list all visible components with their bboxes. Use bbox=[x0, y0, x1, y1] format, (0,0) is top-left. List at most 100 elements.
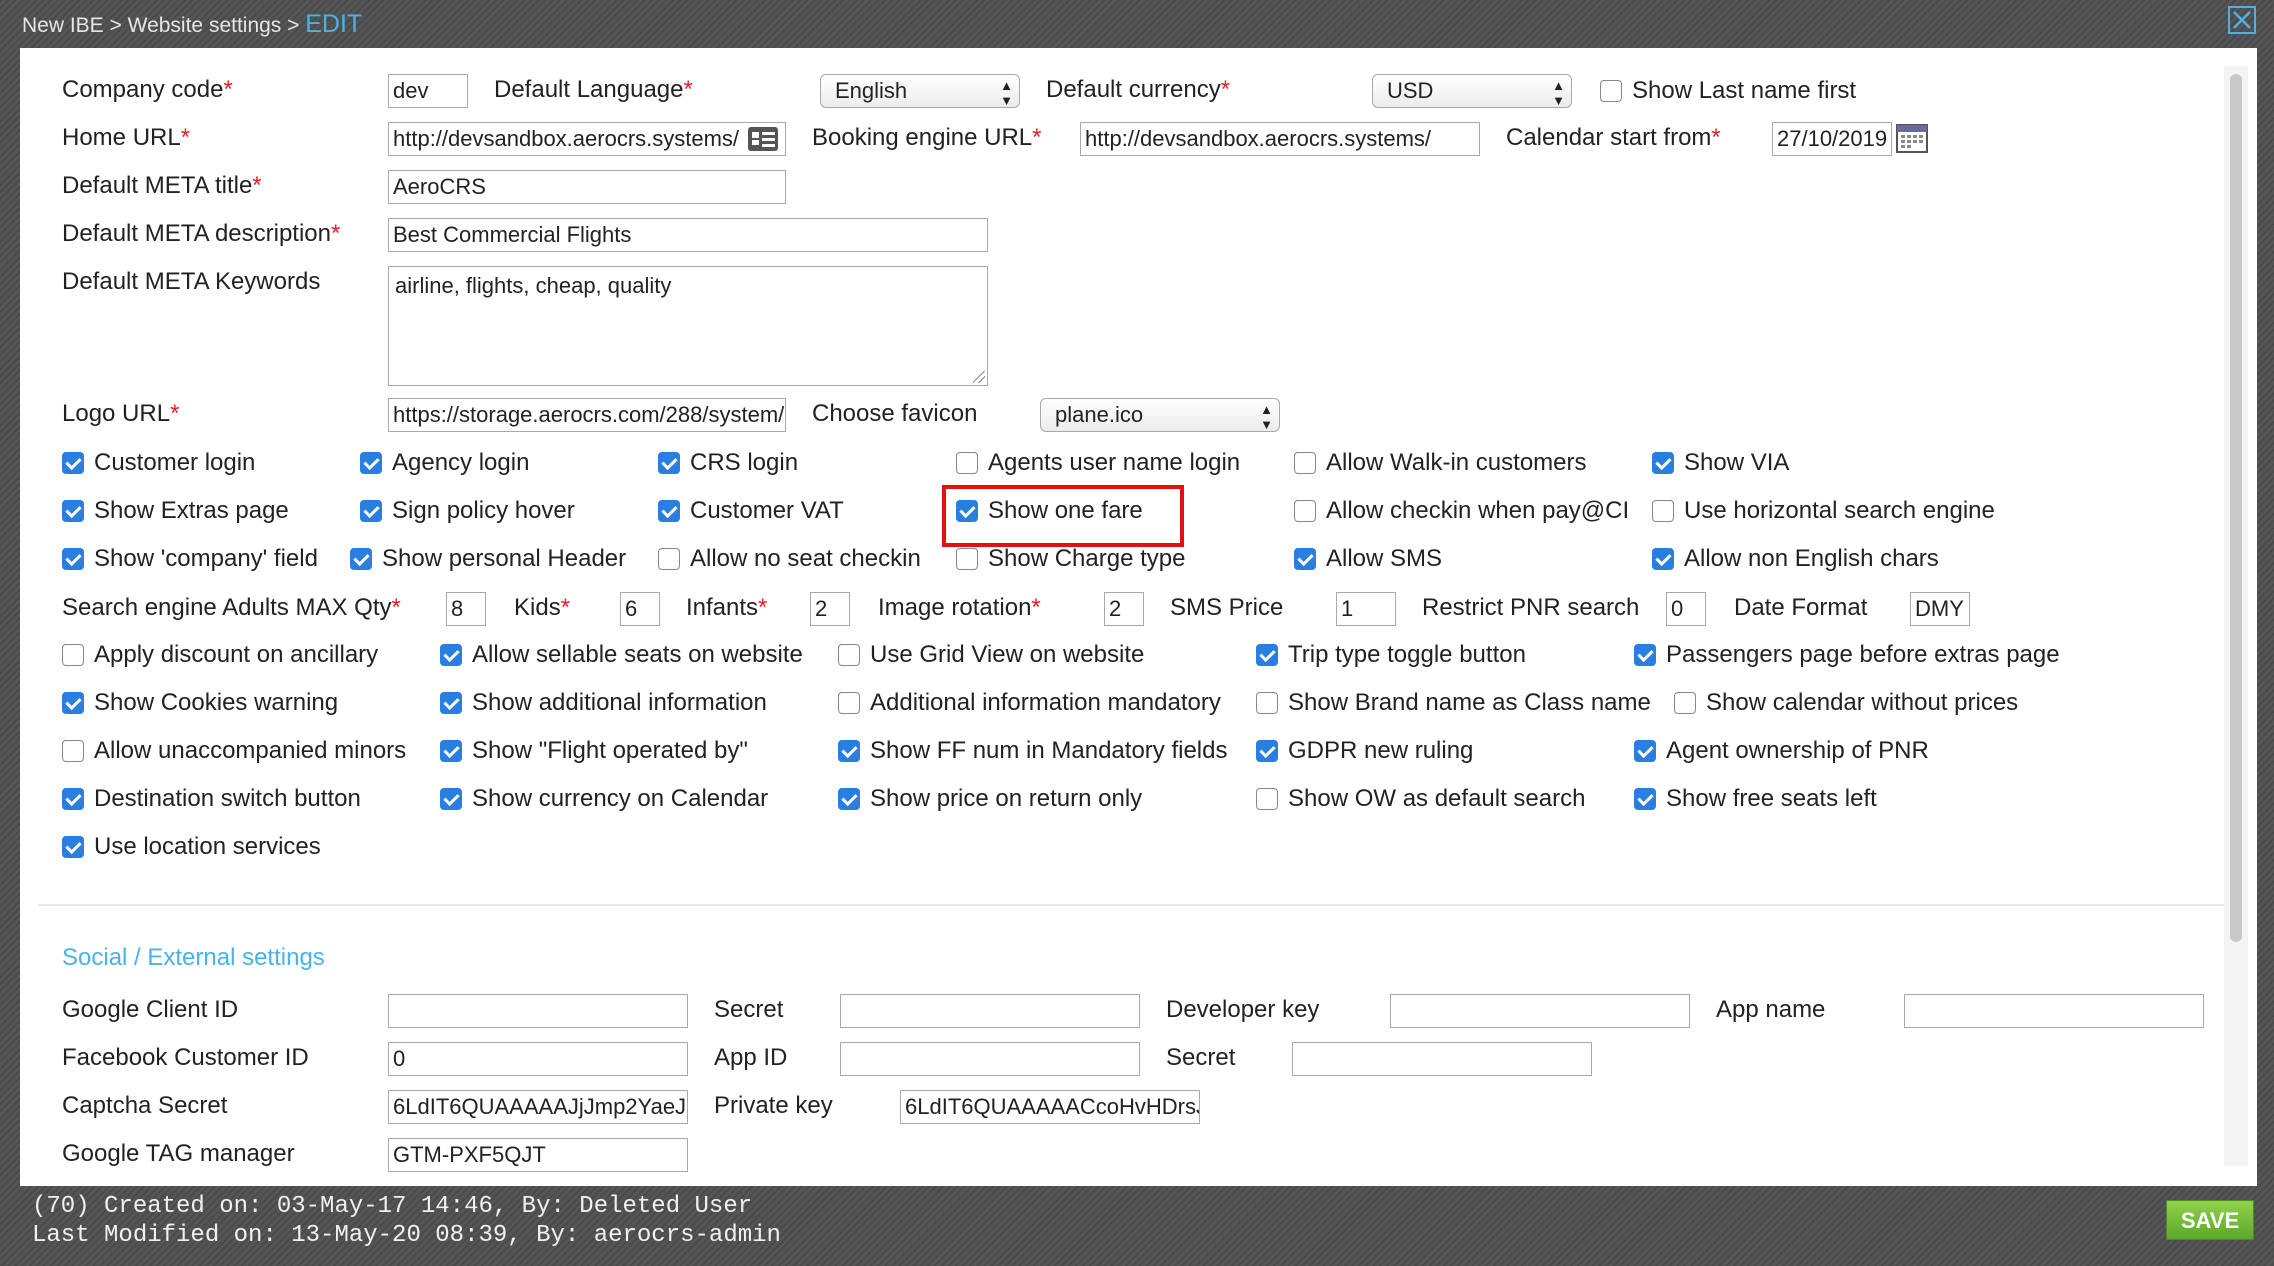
checkbox-box[interactable] bbox=[62, 452, 84, 474]
checkbox-show-extras-page[interactable]: Show Extras page bbox=[62, 496, 289, 526]
checkbox-box[interactable] bbox=[838, 788, 860, 810]
checkbox-box[interactable] bbox=[1294, 500, 1316, 522]
checkbox-box[interactable] bbox=[440, 644, 462, 666]
favicon-select[interactable]: plane.ico ▲ ▼ bbox=[1040, 398, 1280, 432]
checkbox-box[interactable] bbox=[1634, 740, 1656, 762]
checkbox-box[interactable] bbox=[1256, 644, 1278, 666]
checkbox-passengers-before-extras[interactable]: Passengers page before extras page bbox=[1634, 640, 2060, 670]
checkbox-agent-ownership-pnr[interactable]: Agent ownership of PNR bbox=[1634, 736, 1929, 766]
infants-input[interactable]: 2 bbox=[810, 592, 850, 626]
checkbox-box[interactable] bbox=[658, 548, 680, 570]
checkbox-horizontal-search-engine[interactable]: Use horizontal search engine bbox=[1652, 496, 1995, 526]
image-rotation-input[interactable]: 2 bbox=[1104, 592, 1144, 626]
kids-input[interactable]: 6 bbox=[620, 592, 660, 626]
checkbox-additional-info-mandatory[interactable]: Additional information mandatory bbox=[838, 688, 1221, 718]
checkbox-allow-checkin-pay-ci[interactable]: Allow checkin when pay@CI bbox=[1294, 496, 1629, 526]
checkbox-ff-num-mandatory[interactable]: Show FF num in Mandatory fields bbox=[838, 736, 1227, 766]
checkbox-show-free-seats[interactable]: Show free seats left bbox=[1634, 784, 1877, 814]
checkbox-box[interactable] bbox=[440, 740, 462, 762]
checkbox-box[interactable] bbox=[62, 788, 84, 810]
contact-card-icon[interactable] bbox=[747, 126, 779, 152]
google-tag-manager-input[interactable]: GTM-PXF5QJT bbox=[388, 1138, 688, 1172]
checkbox-crs-login[interactable]: CRS login bbox=[658, 448, 798, 478]
checkbox-box[interactable] bbox=[62, 836, 84, 858]
meta-description-input[interactable]: Best Commercial Flights bbox=[388, 218, 988, 252]
checkbox-destination-switch[interactable]: Destination switch button bbox=[62, 784, 361, 814]
checkbox-box[interactable] bbox=[62, 740, 84, 762]
checkbox-show-company-field[interactable]: Show 'company' field bbox=[62, 544, 318, 574]
calendar-icon[interactable] bbox=[1896, 122, 1928, 154]
checkbox-price-on-return-only[interactable]: Show price on return only bbox=[838, 784, 1142, 814]
checkbox-box[interactable] bbox=[838, 740, 860, 762]
checkbox-box[interactable] bbox=[956, 452, 978, 474]
checkbox-customer-login[interactable]: Customer login bbox=[62, 448, 255, 478]
checkbox-box[interactable] bbox=[1674, 692, 1696, 714]
checkbox-box[interactable] bbox=[62, 644, 84, 666]
checkbox-currency-on-calendar[interactable]: Show currency on Calendar bbox=[440, 784, 768, 814]
checkbox-box[interactable] bbox=[440, 788, 462, 810]
checkbox-box[interactable] bbox=[838, 644, 860, 666]
checkbox-show-cookies-warning[interactable]: Show Cookies warning bbox=[62, 688, 338, 718]
checkbox-box[interactable] bbox=[350, 548, 372, 570]
checkbox-trip-type-toggle[interactable]: Trip type toggle button bbox=[1256, 640, 1526, 670]
checkbox-show-additional-info[interactable]: Show additional information bbox=[440, 688, 767, 718]
checkbox-box[interactable] bbox=[62, 500, 84, 522]
checkbox-apply-discount-ancillary[interactable]: Apply discount on ancillary bbox=[62, 640, 378, 670]
checkbox-show-via[interactable]: Show VIA bbox=[1652, 448, 1789, 478]
checkbox-calendar-without-prices[interactable]: Show calendar without prices bbox=[1674, 688, 2018, 718]
checkbox-box[interactable] bbox=[1634, 644, 1656, 666]
save-button[interactable]: SAVE bbox=[2166, 1200, 2254, 1240]
checkbox-use-location-services[interactable]: Use location services bbox=[62, 832, 321, 862]
checkbox-box[interactable] bbox=[360, 452, 382, 474]
checkbox-box[interactable] bbox=[1652, 452, 1674, 474]
checkbox-box[interactable] bbox=[1256, 740, 1278, 762]
checkbox-use-grid-view[interactable]: Use Grid View on website bbox=[838, 640, 1144, 670]
adults-max-qty-input[interactable]: 8 bbox=[446, 592, 486, 626]
checkbox-show-personal-header[interactable]: Show personal Header bbox=[350, 544, 626, 574]
checkbox-sign-policy-hover[interactable]: Sign policy hover bbox=[360, 496, 575, 526]
calendar-start-input[interactable]: 27/10/2019 bbox=[1772, 122, 1892, 156]
home-url-input[interactable]: http://devsandbox.aerocrs.systems/ bbox=[388, 122, 786, 156]
checkbox-box[interactable] bbox=[1256, 788, 1278, 810]
facebook-customer-id-input[interactable]: 0 bbox=[388, 1042, 688, 1076]
checkbox-allow-sellable-seats[interactable]: Allow sellable seats on website bbox=[440, 640, 803, 670]
checkbox-allow-no-seat-checkin[interactable]: Allow no seat checkin bbox=[658, 544, 921, 574]
sms-price-input[interactable]: 1 bbox=[1336, 592, 1396, 626]
facebook-secret-input[interactable] bbox=[1292, 1042, 1592, 1076]
company-code-input[interactable]: dev bbox=[388, 74, 468, 108]
date-format-input[interactable]: DMY bbox=[1910, 592, 1970, 626]
default-language-select[interactable]: English ▲ ▼ bbox=[820, 74, 1020, 108]
checkbox-box[interactable] bbox=[1634, 788, 1656, 810]
restrict-pnr-input[interactable]: 0 bbox=[1666, 592, 1706, 626]
checkbox-agency-login[interactable]: Agency login bbox=[360, 448, 529, 478]
checkbox-allow-sms[interactable]: Allow SMS bbox=[1294, 544, 1442, 574]
default-currency-select[interactable]: USD ▲ ▼ bbox=[1372, 74, 1572, 108]
checkbox-box[interactable] bbox=[360, 500, 382, 522]
show-last-name-first-checkbox[interactable]: Show Last name first bbox=[1600, 76, 1856, 106]
checkbox-flight-operated-by[interactable]: Show "Flight operated by" bbox=[440, 736, 748, 766]
checkbox-brand-name-as-class[interactable]: Show Brand name as Class name bbox=[1256, 688, 1651, 718]
checkbox-allow-non-english-chars[interactable]: Allow non English chars bbox=[1652, 544, 1939, 574]
checkbox-box[interactable] bbox=[1652, 500, 1674, 522]
checkbox-agents-user-name-login[interactable]: Agents user name login bbox=[956, 448, 1240, 478]
private-key-input[interactable]: 6LdIT6QUAAAAACcoHvHDrsJ bbox=[900, 1090, 1200, 1124]
checkbox-box[interactable] bbox=[62, 548, 84, 570]
resize-grip-icon[interactable] bbox=[973, 371, 985, 383]
checkbox-box[interactable] bbox=[1294, 452, 1316, 474]
checkbox-customer-vat[interactable]: Customer VAT bbox=[658, 496, 844, 526]
checkbox-allow-walk-in[interactable]: Allow Walk-in customers bbox=[1294, 448, 1587, 478]
meta-title-input[interactable]: AeroCRS bbox=[388, 170, 786, 204]
checkbox-box[interactable] bbox=[1256, 692, 1278, 714]
app-id-input[interactable] bbox=[840, 1042, 1140, 1076]
checkbox-box[interactable] bbox=[956, 548, 978, 570]
checkbox-box[interactable] bbox=[838, 692, 860, 714]
scrollbar-thumb[interactable] bbox=[2230, 74, 2242, 942]
checkbox-box[interactable] bbox=[1600, 80, 1622, 102]
close-button[interactable] bbox=[2228, 6, 2256, 34]
developer-key-input[interactable] bbox=[1390, 994, 1690, 1028]
google-client-id-input[interactable] bbox=[388, 994, 688, 1028]
captcha-secret-input[interactable]: 6LdIT6QUAAAAAJjJmp2YaeJ bbox=[388, 1090, 688, 1124]
checkbox-box[interactable] bbox=[440, 692, 462, 714]
booking-engine-url-input[interactable]: http://devsandbox.aerocrs.systems/ bbox=[1080, 122, 1480, 156]
checkbox-box[interactable] bbox=[62, 692, 84, 714]
